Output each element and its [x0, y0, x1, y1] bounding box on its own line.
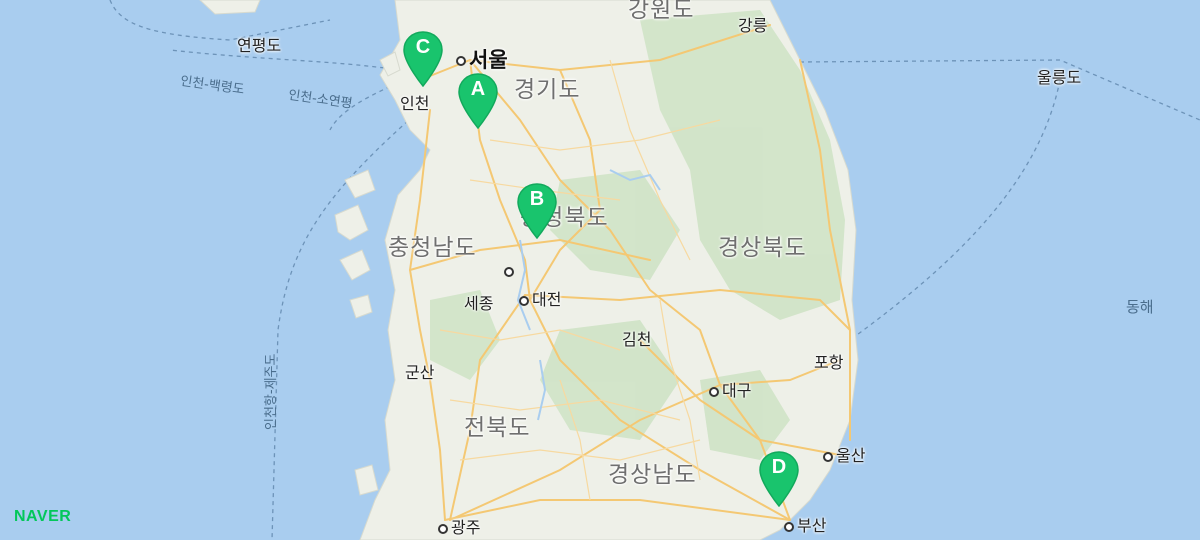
- city-label-gwangju[interactable]: 광주: [438, 514, 480, 538]
- city-label-seoul[interactable]: 서울: [456, 44, 508, 74]
- city-dot: [456, 56, 466, 66]
- city-label-sejong[interactable]: 세종: [464, 290, 493, 314]
- route-label-incheon-jeju: 인천항-제주도: [264, 353, 279, 430]
- city-label-daejeon[interactable]: 대전: [519, 286, 561, 310]
- city-label-gunsan[interactable]: 군산: [405, 359, 434, 383]
- region-label-gyeongbuk: 경상북도: [718, 235, 807, 261]
- marker-label: C: [415, 36, 431, 58]
- region-label-chungnam: 충청남도: [388, 235, 477, 261]
- map-marker-b[interactable]: B: [515, 182, 559, 240]
- map-view[interactable]: 강원도 경기도 충청북도 충청남도 경상북도 전북도 경상남도 서울 강릉 인천…: [0, 0, 1200, 540]
- naver-logo[interactable]: NAVER: [14, 508, 71, 526]
- city-label-daegu[interactable]: 대구: [709, 377, 751, 401]
- marker-label: B: [529, 188, 545, 210]
- city-label-gimcheon[interactable]: 김천: [622, 326, 651, 350]
- sea-label-east-sea: 동해: [1126, 298, 1154, 316]
- island-label-ulleung[interactable]: 울릉도: [1037, 64, 1081, 88]
- city-label-gangneung[interactable]: 강릉: [738, 12, 767, 36]
- map-marker-a[interactable]: A: [456, 72, 500, 130]
- city-dot-sejong: [504, 261, 517, 280]
- region-label-gyeongnam: 경상남도: [608, 462, 697, 488]
- city-label-incheon[interactable]: 인천: [400, 90, 429, 114]
- city-label-ulsan[interactable]: 울산: [823, 442, 865, 466]
- map-marker-d[interactable]: D: [757, 450, 801, 508]
- city-label-busan[interactable]: 부산: [784, 512, 826, 536]
- region-label-gangwon: 강원도: [628, 0, 695, 23]
- region-label-gyeonggi: 경기도: [514, 77, 581, 103]
- region-label-jeonbuk: 전북도: [464, 415, 531, 441]
- marker-label: D: [771, 456, 787, 478]
- map-marker-c[interactable]: C: [401, 30, 445, 88]
- island-label-yeonpyeong[interactable]: 연평도: [237, 32, 281, 56]
- marker-label: A: [470, 78, 486, 100]
- city-label-pohang[interactable]: 포항: [814, 349, 843, 373]
